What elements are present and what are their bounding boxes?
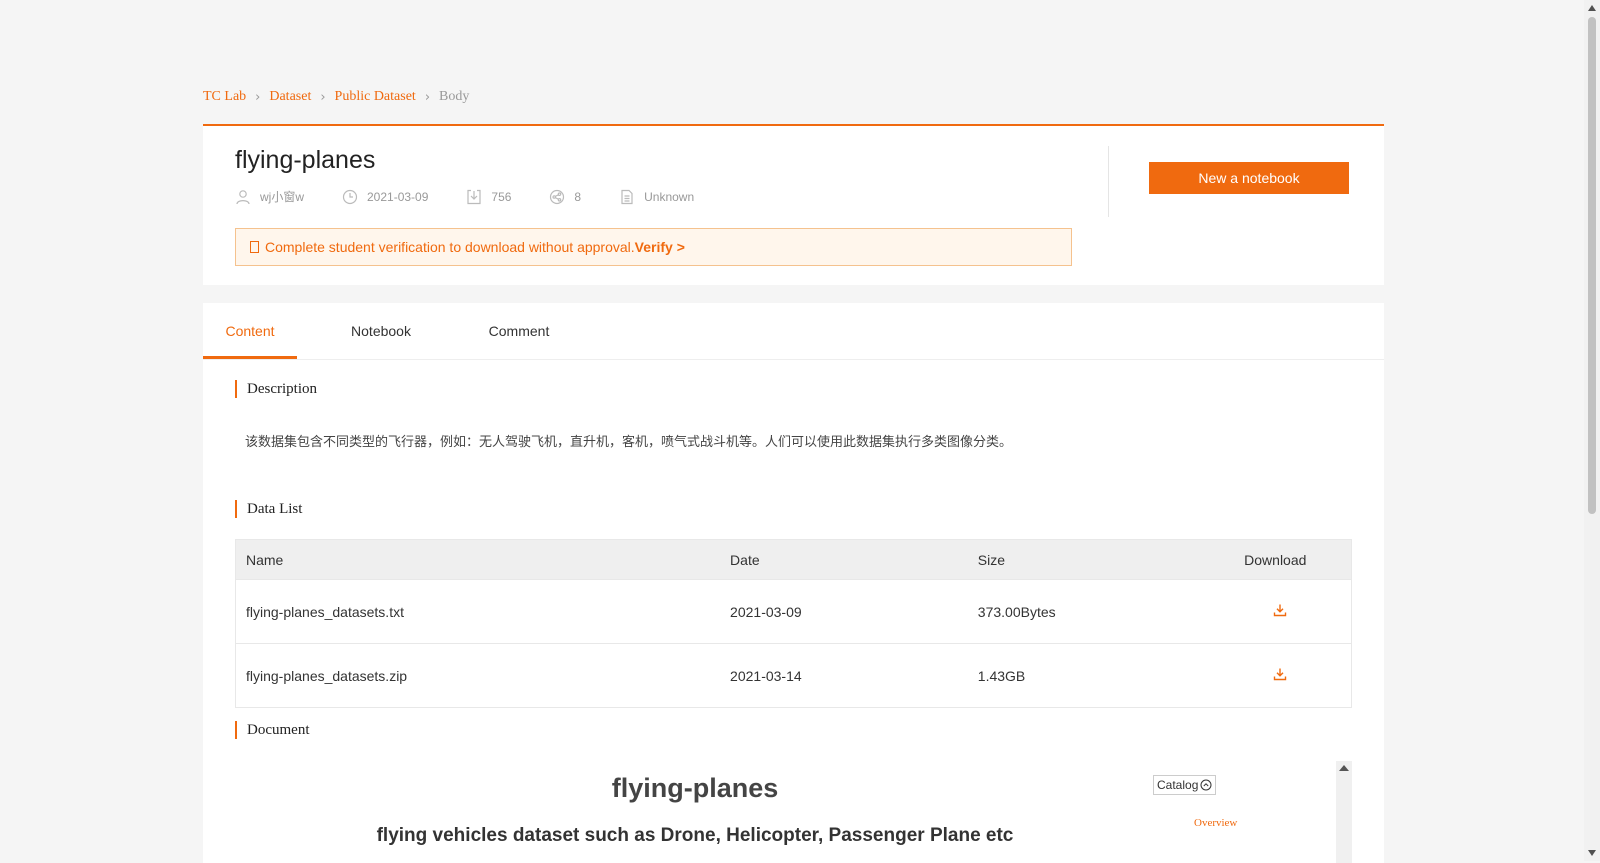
catalog-label: Catalog bbox=[1157, 778, 1199, 792]
student-verification-notice: Complete student verification to downloa… bbox=[235, 228, 1072, 266]
header-name: Name bbox=[235, 539, 721, 580]
document-preview: flying-planes flying vehicles dataset su… bbox=[235, 761, 1352, 863]
meta-shares: 8 bbox=[549, 189, 581, 205]
author-name[interactable]: wj小窗w bbox=[260, 188, 304, 205]
header-download: Download bbox=[1200, 539, 1352, 580]
table-row: flying-planes_datasets.zip 2021-03-14 1.… bbox=[235, 643, 1352, 708]
header-divider bbox=[1108, 146, 1109, 217]
dataset-meta: wj小窗w 2021-03-09 756 8 Unknown bbox=[235, 188, 732, 205]
new-notebook-button[interactable]: New a notebook bbox=[1149, 162, 1349, 194]
download-count: 756 bbox=[491, 189, 512, 204]
header-date: Date bbox=[720, 539, 968, 580]
dataset-header-card: flying-planes wj小窗w 2021-03-09 756 8 Unk… bbox=[203, 124, 1384, 285]
download-icon[interactable] bbox=[1273, 603, 1287, 620]
download-icon[interactable] bbox=[1273, 667, 1287, 684]
chevron-right-icon: › bbox=[424, 89, 431, 105]
data-list-heading: Data List bbox=[235, 500, 302, 518]
file-date: 2021-03-09 bbox=[720, 579, 968, 644]
breadcrumb: TC Lab › Dataset › Public Dataset › Body bbox=[203, 89, 469, 105]
created-date: 2021-03-09 bbox=[367, 189, 429, 204]
license-text: Unknown bbox=[644, 189, 695, 204]
share-icon bbox=[550, 189, 565, 204]
page: TC Lab › Dataset › Public Dataset › Body… bbox=[0, 0, 1584, 863]
scroll-down-arrow-icon[interactable] bbox=[1588, 850, 1596, 856]
notice-text: Complete student verification to downloa… bbox=[265, 239, 635, 255]
breadcrumb-current: Body bbox=[439, 89, 470, 104]
download-cell bbox=[1200, 643, 1352, 708]
scroll-up-arrow-icon[interactable] bbox=[1339, 765, 1349, 771]
document-scrollbar[interactable] bbox=[1336, 761, 1352, 863]
meta-license: Unknown bbox=[619, 189, 694, 205]
scroll-up-arrow-icon[interactable] bbox=[1588, 5, 1596, 11]
share-count: 8 bbox=[574, 189, 582, 204]
breadcrumb-public-dataset[interactable]: Public Dataset bbox=[335, 89, 416, 105]
meta-downloads: 756 bbox=[466, 189, 511, 205]
notice-icon bbox=[250, 241, 259, 253]
table-header-row: Name Date Size Download bbox=[235, 539, 1352, 580]
tab-content[interactable]: Content bbox=[203, 303, 297, 359]
catalog-item-overview[interactable]: Overview bbox=[1194, 817, 1237, 829]
meta-date: 2021-03-09 bbox=[342, 189, 428, 205]
verify-link[interactable]: Verify > bbox=[635, 239, 685, 255]
document-icon bbox=[621, 189, 633, 204]
document-heading: Document bbox=[235, 721, 309, 739]
tab-notebook[interactable]: Notebook bbox=[297, 303, 465, 359]
chevron-right-icon: › bbox=[255, 89, 261, 105]
document-title: flying-planes bbox=[611, 773, 779, 803]
file-name: flying-planes_datasets.txt bbox=[235, 579, 721, 644]
file-size: 1.43GB bbox=[967, 643, 1201, 708]
download-cell bbox=[1200, 579, 1352, 644]
user-icon bbox=[236, 189, 250, 204]
tab-comment[interactable]: Comment bbox=[465, 303, 573, 359]
breadcrumb-tc-lab[interactable]: TC Lab bbox=[203, 89, 246, 105]
table-row: flying-planes_datasets.txt 2021-03-09 37… bbox=[235, 579, 1352, 644]
file-name: flying-planes_datasets.zip bbox=[235, 643, 721, 708]
document-subtitle: flying vehicles dataset such as Drone, H… bbox=[376, 825, 1014, 846]
chevron-right-icon: › bbox=[320, 89, 326, 105]
download-tray-icon bbox=[467, 189, 481, 204]
tab-bar: Content Notebook Comment bbox=[203, 303, 1384, 360]
file-date: 2021-03-14 bbox=[720, 643, 968, 708]
scrollbar-thumb[interactable] bbox=[1588, 17, 1596, 514]
catalog-toggle-button[interactable]: Catalog bbox=[1153, 775, 1217, 795]
file-size: 373.00Bytes bbox=[967, 579, 1201, 644]
description-heading: Description bbox=[235, 380, 317, 398]
content-card: Content Notebook Comment Description 该数据… bbox=[203, 303, 1384, 863]
page-scrollbar[interactable] bbox=[1584, 0, 1600, 861]
meta-author: wj小窗w bbox=[235, 188, 304, 205]
dataset-title: flying-planes bbox=[235, 146, 376, 174]
clock-icon bbox=[342, 189, 358, 204]
header-size: Size bbox=[967, 539, 1201, 580]
description-text: 该数据集包含不同类型的飞行器，例如：无人驾驶飞机，直升机，客机，喷气式战斗机等。… bbox=[245, 435, 1013, 450]
data-list-table: Name Date Size Download flying-planes_da… bbox=[235, 539, 1352, 708]
breadcrumb-dataset[interactable]: Dataset bbox=[269, 89, 311, 105]
chevron-up-circle-icon bbox=[1200, 779, 1212, 791]
